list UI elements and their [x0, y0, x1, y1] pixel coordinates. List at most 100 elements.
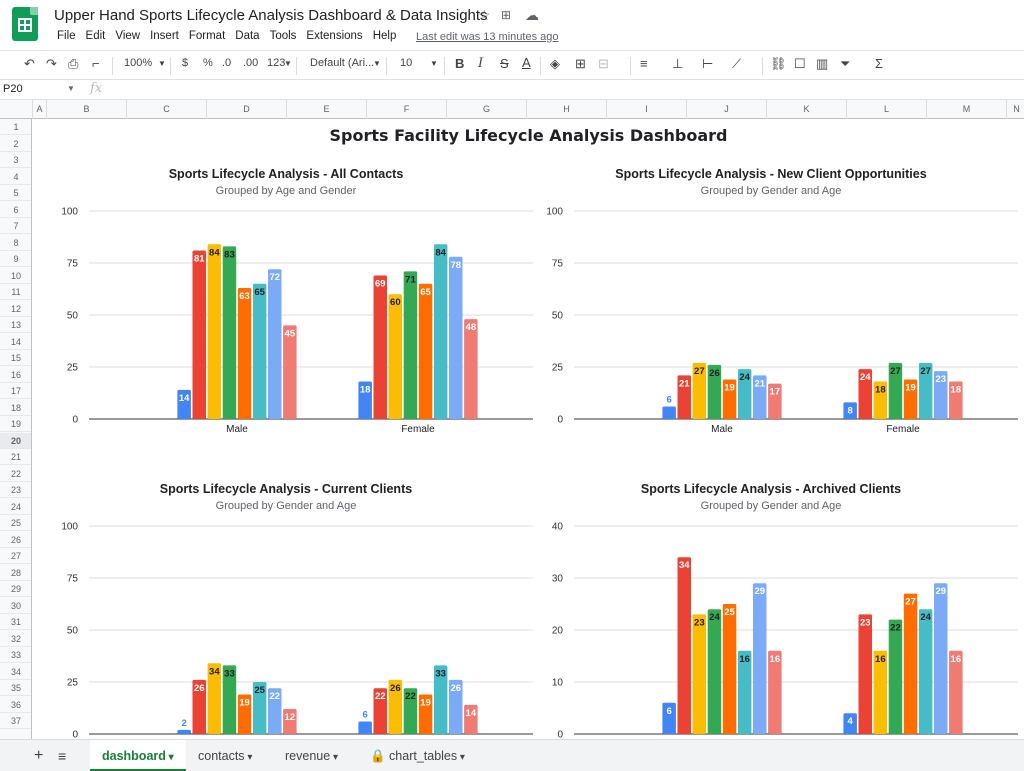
column-header-a[interactable]: A [33, 100, 47, 119]
menu-view[interactable]: View [110, 30, 145, 42]
filter-icon[interactable]: ⏷ [840, 56, 850, 72]
row-header-20[interactable]: 20 [0, 432, 31, 449]
menu-help[interactable]: Help [368, 30, 402, 42]
column-header-c[interactable]: C [127, 100, 207, 119]
borders-icon[interactable]: ⊞ [575, 56, 586, 72]
chevron-down-icon[interactable]: ▾ [245, 752, 252, 763]
menu-insert[interactable]: Insert [145, 30, 184, 42]
row-header-12[interactable]: 12 [0, 301, 31, 317]
fill-color-icon[interactable]: ◈ [550, 56, 560, 72]
row-header-8[interactable]: 8 [0, 235, 31, 251]
column-header-h[interactable]: H [527, 100, 607, 119]
functions-icon[interactable]: Σ [875, 56, 883, 71]
column-header-d[interactable]: D [207, 100, 287, 119]
sheet-tab-revenue[interactable]: revenue ▾ [275, 740, 338, 771]
row-header-6[interactable]: 6 [0, 202, 31, 218]
column-header-l[interactable]: L [847, 100, 927, 119]
bold-button[interactable]: B [455, 56, 464, 71]
move-folder-icon[interactable]: ⊞ [501, 8, 511, 22]
row-header-29[interactable]: 29 [0, 581, 31, 597]
row-header-2[interactable]: 2 [0, 136, 31, 152]
row-header-23[interactable]: 23 [0, 482, 31, 498]
row-header-9[interactable]: 9 [0, 251, 31, 267]
strikethrough-button[interactable]: S [500, 56, 509, 71]
column-header-e[interactable]: E [287, 100, 367, 119]
menu-tools[interactable]: Tools [265, 30, 302, 42]
document-title[interactable]: Upper Hand Sports Lifecycle Analysis Das… [54, 7, 488, 24]
merge-cells-icon[interactable]: ⊟ [598, 56, 609, 72]
row-header-30[interactable]: 30 [0, 598, 31, 614]
zoom-select[interactable]: 100% [124, 57, 152, 69]
menu-format[interactable]: Format [184, 30, 230, 42]
row-header-18[interactable]: 18 [0, 400, 31, 416]
row-header-14[interactable]: 14 [0, 334, 31, 350]
row-header-26[interactable]: 26 [0, 532, 31, 548]
last-edit-link[interactable]: Last edit was 13 minutes ago [416, 31, 558, 43]
add-sheet-icon[interactable]: + [34, 740, 43, 771]
row-header-25[interactable]: 25 [0, 515, 31, 531]
column-header-j[interactable]: J [687, 100, 767, 119]
percent-format-button[interactable]: % [203, 57, 213, 69]
row-header-33[interactable]: 33 [0, 647, 31, 663]
row-header-19[interactable]: 19 [0, 416, 31, 432]
redo-icon[interactable]: ↷ [46, 56, 57, 72]
row-header-4[interactable]: 4 [0, 169, 31, 185]
chevron-down-icon[interactable]: ▾ [166, 752, 174, 763]
column-header-g[interactable]: G [447, 100, 527, 119]
row-header-21[interactable]: 21 [0, 449, 31, 465]
row-header-34[interactable]: 34 [0, 664, 31, 680]
column-header-b[interactable]: B [47, 100, 127, 119]
increase-decimal-button[interactable]: .00 [243, 57, 258, 69]
currency-format-button[interactable]: $ [182, 57, 188, 69]
row-header-16[interactable]: 16 [0, 367, 31, 383]
insert-comment-icon[interactable]: ☐ [794, 56, 806, 72]
column-header-k[interactable]: K [767, 100, 847, 119]
row-header-31[interactable]: 31 [0, 614, 31, 630]
menu-extensions[interactable]: Extensions [301, 30, 367, 42]
undo-icon[interactable]: ↶ [24, 56, 35, 72]
decrease-decimal-button[interactable]: .0 [222, 57, 231, 69]
menu-edit[interactable]: Edit [81, 30, 111, 42]
row-header-27[interactable]: 27 [0, 548, 31, 564]
select-all-corner[interactable] [0, 100, 33, 119]
row-header-13[interactable]: 13 [0, 317, 31, 333]
row-header-32[interactable]: 32 [0, 631, 31, 647]
chevron-down-icon[interactable]: ▾ [330, 752, 338, 763]
insert-chart-icon[interactable]: ▥ [816, 56, 828, 72]
italic-button[interactable]: I [478, 56, 483, 71]
font-select[interactable]: Default (Ari... [310, 57, 374, 69]
chevron-down-icon[interactable]: ▾ [457, 752, 465, 763]
row-header-17[interactable]: 17 [0, 383, 31, 399]
column-header-n[interactable]: N [1007, 100, 1024, 119]
row-header-7[interactable]: 7 [0, 218, 31, 234]
sheet-grid[interactable]: Sports Facility Lifecycle Analysis Dashb… [33, 119, 1024, 739]
name-box[interactable]: P20 [3, 83, 23, 95]
vertical-align-icon[interactable]: ⊥ [672, 56, 683, 72]
insert-link-icon[interactable]: ⛓ [770, 56, 787, 72]
font-size-select[interactable]: 10 [400, 57, 412, 69]
row-header-5[interactable]: 5 [0, 185, 31, 201]
text-wrapping-icon[interactable]: ⊢ [702, 56, 713, 72]
row-header-1[interactable]: 1 [0, 119, 31, 135]
row-header-37[interactable]: 37 [0, 713, 31, 729]
paint-format-icon[interactable]: ⌐ [92, 56, 100, 71]
menu-data[interactable]: Data [230, 30, 264, 42]
sheets-logo-icon[interactable] [12, 7, 38, 41]
column-header-m[interactable]: M [927, 100, 1007, 119]
column-header-i[interactable]: I [607, 100, 687, 119]
star-icon[interactable]: ☆ [478, 7, 491, 24]
row-header-22[interactable]: 22 [0, 466, 31, 482]
text-rotation-icon[interactable]: ⟋ [732, 56, 741, 72]
print-icon[interactable]: ⎙ [68, 56, 78, 72]
menu-file[interactable]: File [52, 30, 81, 42]
row-header-24[interactable]: 24 [0, 499, 31, 515]
sheet-tab-chart-tables[interactable]: 🔒 chart_tables ▾ [360, 740, 465, 771]
row-header-15[interactable]: 15 [0, 350, 31, 366]
row-header-28[interactable]: 28 [0, 565, 31, 581]
row-header-35[interactable]: 35 [0, 680, 31, 696]
cloud-status-icon[interactable]: ☁ [525, 7, 539, 24]
column-header-f[interactable]: F [367, 100, 447, 119]
sheet-tab-contacts[interactable]: contacts ▾ [188, 740, 252, 771]
horizontal-align-icon[interactable]: ≡ [640, 56, 648, 71]
all-sheets-icon[interactable]: ≡ [58, 740, 66, 771]
